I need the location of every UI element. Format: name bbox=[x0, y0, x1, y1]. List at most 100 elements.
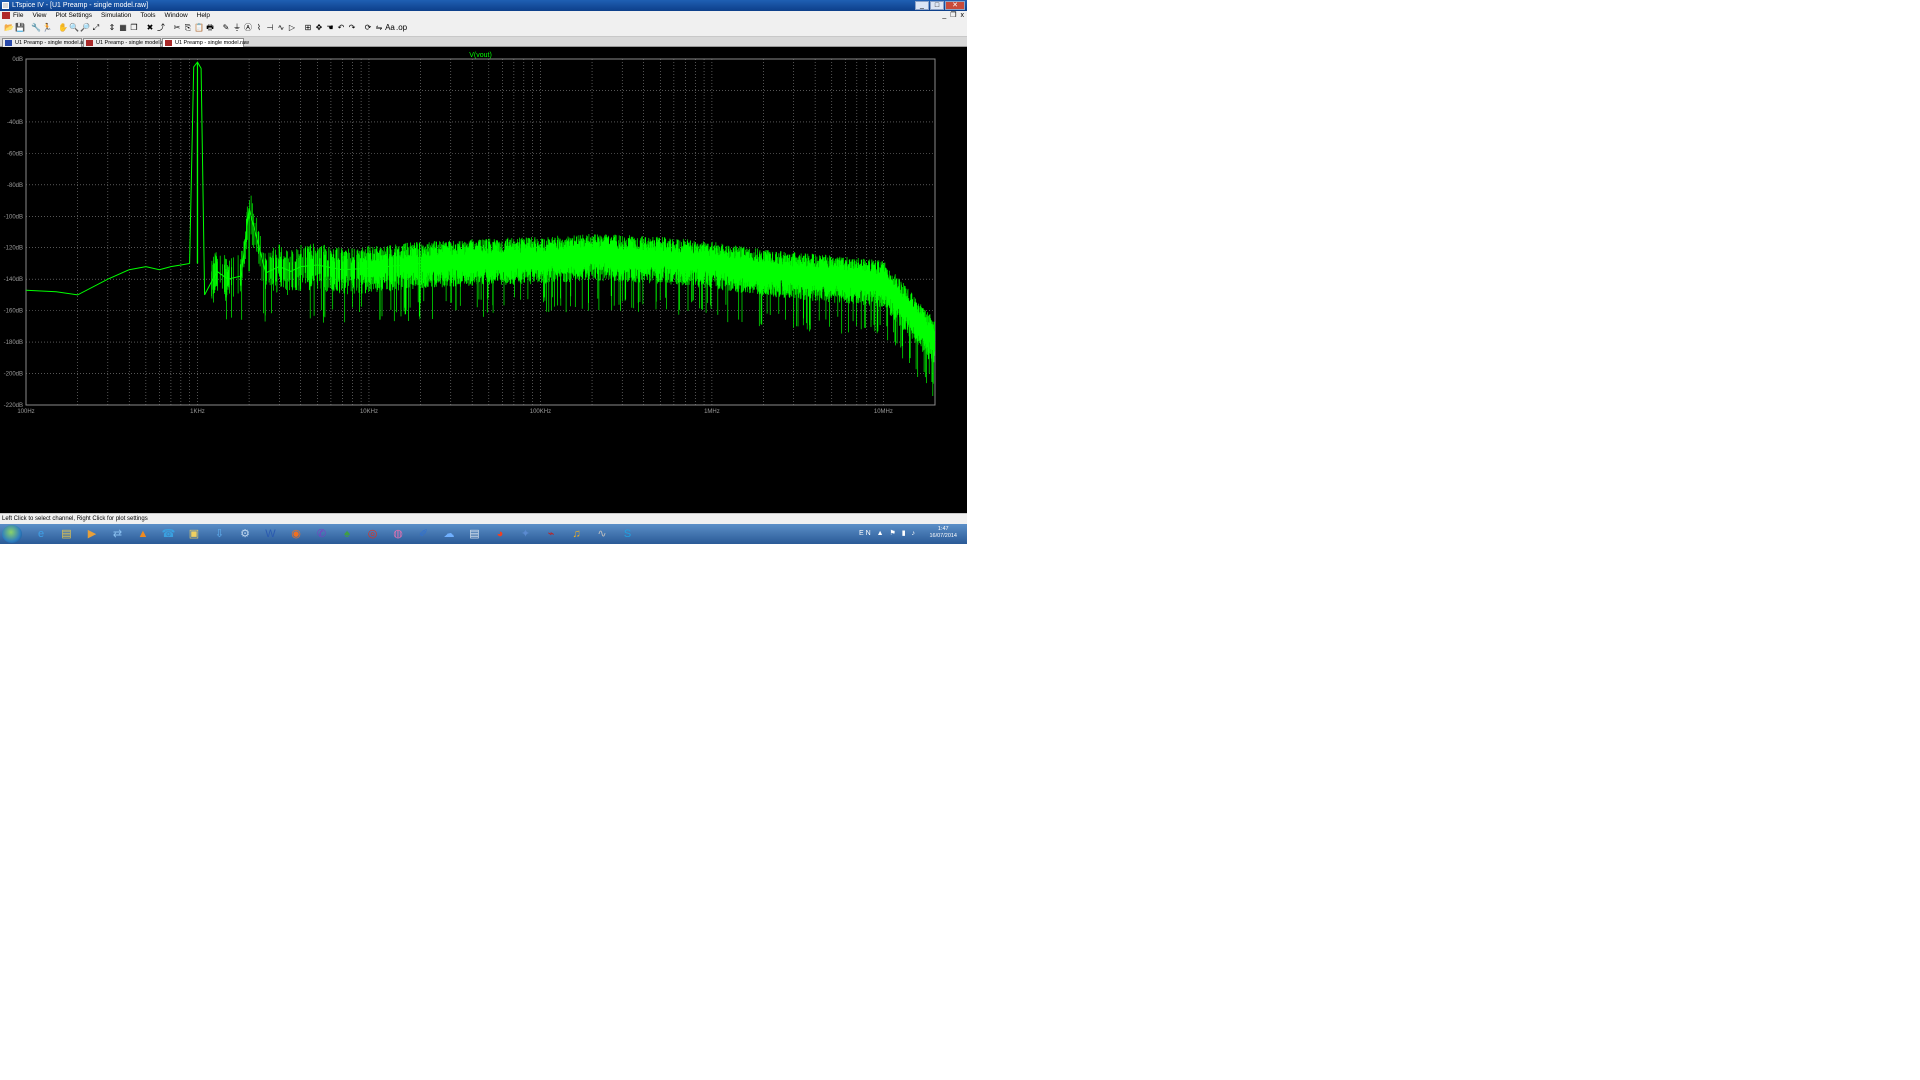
ltspice-icon[interactable]: ⌁ bbox=[540, 526, 562, 542]
ground-icon[interactable]: ⏚ bbox=[232, 23, 242, 33]
tab-label: U1 Preamp - single model.asc bbox=[15, 40, 89, 46]
copy-icon[interactable]: ⎘ bbox=[183, 23, 193, 33]
inductor-icon[interactable]: ∿ bbox=[276, 23, 286, 33]
scope-icon[interactable]: ∿ bbox=[591, 526, 613, 542]
wire-icon[interactable]: ✎ bbox=[221, 23, 231, 33]
redo-icon[interactable]: ↷ bbox=[347, 23, 357, 33]
tab-waveform-2[interactable]: U1 Preamp - single model.raw bbox=[162, 38, 249, 47]
folder-icon[interactable]: ▣ bbox=[183, 526, 205, 542]
open-icon[interactable]: 📂 bbox=[4, 23, 14, 33]
tile-icon[interactable]: ▦ bbox=[118, 23, 128, 33]
halt-icon[interactable]: ✋ bbox=[58, 23, 68, 33]
y-tick-label: -80dB bbox=[7, 183, 23, 189]
tab-waveform-1[interactable]: U1 Preamp - single model.raw bbox=[83, 38, 170, 47]
notepad-icon[interactable]: ▤ bbox=[464, 526, 486, 542]
settings-icon[interactable]: ⚙ bbox=[234, 526, 256, 542]
zoom-fit-icon[interactable]: ⤢ bbox=[91, 23, 101, 33]
y-tick-label: -40dB bbox=[7, 120, 23, 126]
skype-icon[interactable]: S bbox=[617, 526, 639, 542]
paint-icon[interactable]: ✐ bbox=[413, 526, 435, 542]
menu-view[interactable]: View bbox=[32, 11, 46, 20]
diode-icon[interactable]: ▷ bbox=[287, 23, 297, 33]
print-icon[interactable]: 🖶 bbox=[205, 23, 215, 33]
document-icon[interactable] bbox=[2, 12, 10, 19]
audio-icon[interactable]: ♫ bbox=[566, 526, 588, 542]
y-tick-label: -20dB bbox=[7, 88, 23, 94]
desktop-screen: LTspice IV - [U1 Preamp - single model.r… bbox=[0, 0, 967, 544]
menu-tools[interactable]: Tools bbox=[140, 11, 155, 20]
drag-icon[interactable]: ☚ bbox=[325, 23, 335, 33]
firefox-icon[interactable]: ◉ bbox=[285, 526, 307, 542]
word-icon[interactable]: W bbox=[260, 526, 282, 542]
capacitor-icon[interactable]: ⊣ bbox=[265, 23, 275, 33]
resistor-icon[interactable]: ⌇ bbox=[254, 23, 264, 33]
trace-envelope bbox=[25, 61, 936, 343]
disc-icon[interactable]: ◍ bbox=[387, 526, 409, 542]
mirror-icon[interactable]: ⇋ bbox=[374, 23, 384, 33]
mdi-close-button[interactable]: x bbox=[961, 11, 965, 20]
trace-label: V(vout) bbox=[469, 52, 492, 59]
label-icon[interactable]: Ⓐ bbox=[243, 23, 253, 33]
close-plot-icon[interactable]: ✖ bbox=[145, 23, 155, 33]
zoom-in-icon[interactable]: 🔍 bbox=[69, 23, 79, 33]
text-icon[interactable]: Aa bbox=[385, 23, 395, 33]
close-button[interactable]: ✕ bbox=[945, 1, 965, 10]
y-tick-label: -60dB bbox=[7, 151, 23, 157]
status-bar: Left Click to select channel, Right Clic… bbox=[0, 513, 967, 524]
tray-icons[interactable]: EN ▲ ⚑ ▮ ♪ bbox=[859, 529, 917, 537]
title-bar: LTspice IV - [U1 Preamp - single model.r… bbox=[0, 0, 967, 11]
viber-icon[interactable]: ✆ bbox=[311, 526, 333, 542]
waveform-plot[interactable]: 0dB -20dB -40dB -60dB -80dB -100dB -120dB -140d… bbox=[0, 47, 967, 513]
menu-simulation[interactable]: Simulation bbox=[101, 11, 131, 20]
menu-window[interactable]: Window bbox=[165, 11, 188, 20]
vlc-icon[interactable]: ▲ bbox=[132, 526, 154, 542]
move-icon[interactable]: ✥ bbox=[314, 23, 324, 33]
x-tick-label: 100Hz bbox=[17, 409, 34, 415]
rotate-icon[interactable]: ⟳ bbox=[363, 23, 373, 33]
component-icon[interactable]: ⊞ bbox=[303, 23, 313, 33]
paste-icon[interactable]: 📋 bbox=[194, 23, 204, 33]
x-tick-label: 100KHz bbox=[530, 409, 551, 415]
menu-plot-settings[interactable]: Plot Settings bbox=[55, 11, 92, 20]
chrome-icon[interactable]: ◕ bbox=[489, 526, 511, 542]
start-button[interactable] bbox=[2, 525, 22, 543]
windows-taskbar: EN ▲ ⚑ ▮ ♪ 1:47 16/07/2014 e ▤ ▶ ⇄ ▲ ☎ ▣ ⇩ ⚙ W ◉ ✆ ♠… bbox=[0, 524, 967, 544]
y-tick-label: -160dB bbox=[4, 309, 23, 315]
undo-icon[interactable]: ↶ bbox=[336, 23, 346, 33]
spice-directive-icon[interactable]: .op bbox=[396, 23, 407, 33]
y-tick-label: -200dB bbox=[4, 372, 23, 378]
clock-date: 16/07/2014 bbox=[929, 533, 957, 539]
menu-bar: File View Plot Settings Simulation Tools… bbox=[0, 11, 967, 20]
ie-icon[interactable]: e bbox=[30, 526, 52, 542]
zoom-out-icon[interactable]: 🔎 bbox=[80, 23, 90, 33]
network-icon[interactable]: ⇄ bbox=[107, 526, 129, 542]
clock-time: 1:47 bbox=[937, 526, 949, 532]
cut-icon[interactable]: ✂ bbox=[172, 23, 182, 33]
mdi-restore-button[interactable]: ❐ bbox=[950, 11, 956, 20]
cad-icon[interactable]: ✦ bbox=[515, 526, 537, 542]
media-icon[interactable]: ▶ bbox=[81, 526, 103, 542]
media-player-icon[interactable]: ◎ bbox=[362, 526, 384, 542]
cloud-icon[interactable]: ☁ bbox=[438, 526, 460, 542]
clock[interactable]: 1:47 16/07/2014 bbox=[929, 526, 957, 540]
explorer-icon[interactable]: ▤ bbox=[56, 526, 78, 542]
x-tick-label: 1KHz bbox=[190, 409, 205, 415]
menu-file[interactable]: File bbox=[13, 11, 23, 20]
run-icon[interactable]: 🏃 bbox=[42, 23, 52, 33]
menu-help[interactable]: Help bbox=[197, 11, 210, 20]
skype-old-icon[interactable]: ☎ bbox=[158, 526, 180, 542]
maximize-button[interactable]: □ bbox=[930, 1, 944, 10]
waveform-plot-window[interactable]: 0dB -20dB -40dB -60dB -80dB -100dB -120dB -140d… bbox=[0, 47, 967, 513]
cascade-icon[interactable]: ❐ bbox=[129, 23, 139, 33]
save-icon[interactable]: 💾 bbox=[15, 23, 25, 33]
minimize-button[interactable]: _ bbox=[915, 1, 929, 10]
tab-label: U1 Preamp - single model.raw bbox=[96, 40, 170, 46]
control-panel-icon[interactable]: 🔧 bbox=[31, 23, 41, 33]
game-icon[interactable]: ♠ bbox=[336, 526, 358, 542]
ltspice-app-icon bbox=[2, 2, 9, 9]
pick-trace-icon[interactable]: ⤴ bbox=[156, 23, 166, 33]
tab-schematic[interactable]: U1 Preamp - single model.asc bbox=[2, 38, 89, 47]
downloads-icon[interactable]: ⇩ bbox=[209, 526, 231, 542]
autorange-icon[interactable]: ⇕ bbox=[107, 23, 117, 33]
mdi-minimize-button[interactable]: _ bbox=[942, 11, 946, 20]
